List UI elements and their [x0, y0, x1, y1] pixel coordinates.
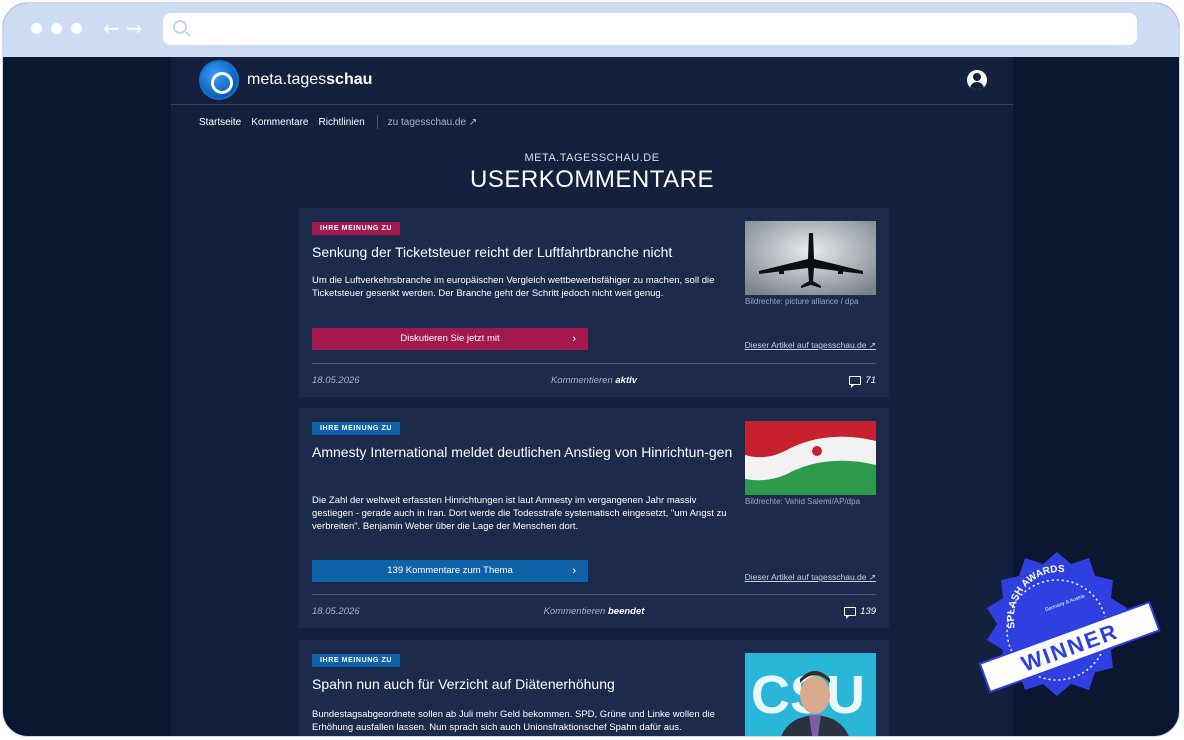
window-dot[interactable]	[71, 23, 82, 34]
external-link-icon: ↗	[868, 340, 876, 350]
card-divider	[312, 594, 876, 595]
article-image-spahn[interactable]: CSU	[745, 653, 876, 736]
external-article-link[interactable]: Dieser Artikel auf tagesschau.de ↗	[745, 340, 876, 351]
chevron-right-icon: ›	[572, 333, 576, 345]
nav-kommentare[interactable]: Kommentare	[251, 117, 308, 128]
page-kicker: META.TAGESSCHAU.DE	[524, 152, 660, 164]
article-teaser: Die Zahl der weltweit erfassten Hinricht…	[312, 495, 727, 532]
nav-richtlinien[interactable]: Richtlinien	[319, 117, 365, 128]
nav-divider	[376, 115, 378, 129]
comment-count[interactable]: 139	[844, 606, 876, 619]
tagesschau-logo-icon[interactable]	[199, 60, 239, 100]
browser-toolbar: ←→	[3, 3, 1179, 57]
card-divider	[312, 363, 876, 364]
window-dot[interactable]	[51, 23, 62, 34]
search-icon	[173, 20, 187, 34]
article-title[interactable]: Spahn nun auch für Verzicht auf Diätener…	[312, 674, 737, 694]
comment-icon	[844, 607, 857, 619]
page-title: USERKOMMENTARE	[470, 166, 714, 193]
article-card: IHRE MEINUNG ZU Amnesty International me…	[299, 408, 889, 628]
image-credit: Bildrechte: Vahid Salemi/AP/dpa	[745, 497, 861, 506]
image-credit: Bildrechte: picture alliance / dpa	[745, 297, 859, 306]
opinion-badge: IHRE MEINUNG ZU	[312, 654, 400, 667]
comment-count[interactable]: 71	[849, 375, 876, 388]
article-image-iran-flag[interactable]	[745, 421, 876, 495]
site-header: meta.tagesschau	[171, 57, 1013, 105]
chevron-right-icon: ›	[572, 565, 576, 577]
nav-startseite[interactable]: Startseite	[199, 117, 241, 128]
opinion-badge: IHRE MEINUNG ZU	[312, 222, 400, 235]
comments-button[interactable]: 139 Kommentare zum Thema ›	[312, 560, 588, 582]
discuss-button[interactable]: Diskutieren Sie jetzt mit ›	[312, 328, 588, 350]
article-teaser: Um die Luftverkehrsbranche im europäisch…	[312, 275, 715, 299]
comment-icon	[849, 376, 862, 388]
article-image-airplane[interactable]	[745, 221, 876, 295]
external-link-icon: ↗	[468, 116, 478, 128]
article-title[interactable]: Senkung der Ticketsteuer reicht der Luft…	[312, 242, 737, 262]
user-account-icon[interactable]	[967, 70, 987, 90]
external-article-link[interactable]: Dieser Artikel auf tagesschau.de ↗	[745, 572, 876, 583]
window-controls	[31, 23, 82, 34]
article-card: IHRE MEINUNG ZU Spahn nun auch für Verzi…	[299, 640, 889, 736]
comment-status: Kommentieren aktiv	[550, 375, 638, 386]
window-dot[interactable]	[31, 23, 42, 34]
comment-status: Kommentieren beendet	[543, 606, 645, 617]
article-teaser: Bundestagsabgeordnete sollen ab Juli meh…	[312, 709, 715, 733]
article-card: IHRE MEINUNG ZU Senkung der Ticketsteuer…	[299, 208, 889, 397]
opinion-badge: IHRE MEINUNG ZU	[312, 422, 400, 435]
back-forward-icons[interactable]: ←→	[103, 16, 149, 40]
address-bar[interactable]	[163, 13, 1137, 45]
site-page: meta.tagesschau Startseite Kommentare Ri…	[171, 57, 1013, 736]
article-title[interactable]: Amnesty International meldet deutlichen …	[312, 442, 737, 462]
sub-navigation: Startseite Kommentare Richtlinien zu tag…	[199, 115, 477, 129]
nav-external-tagesschau[interactable]: zu tagesschau.de ↗	[388, 117, 478, 128]
site-logo-text[interactable]: meta.tagesschau	[247, 71, 372, 89]
screenshot-frame: ←→ meta.tagesschau Startseite Kommentare…	[0, 0, 1184, 740]
splash-awards-winner-seal: SPLASH AWARDS Germany & Austria WINNER	[975, 548, 1165, 723]
external-link-icon: ↗	[868, 572, 876, 582]
